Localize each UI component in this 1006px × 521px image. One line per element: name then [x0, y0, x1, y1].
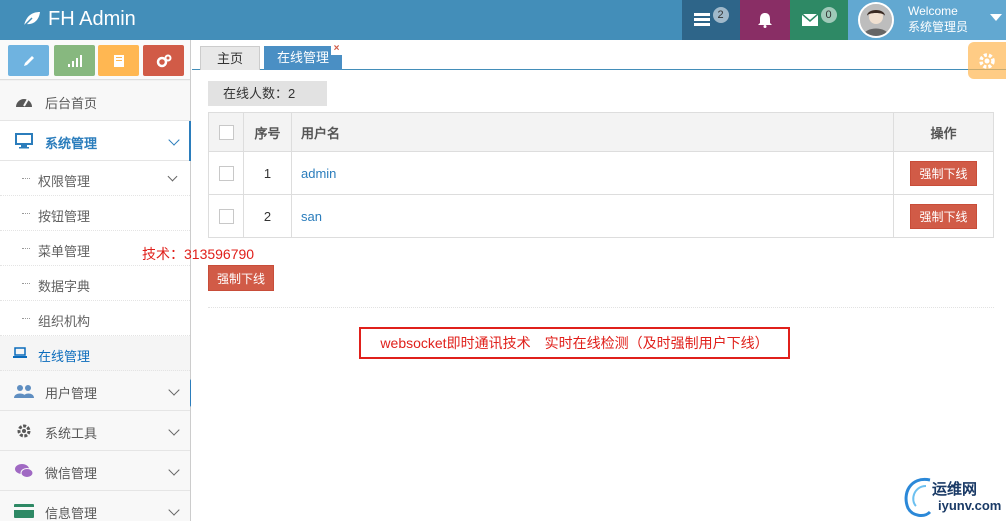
sidebar-subitem-label: 权限管理 — [38, 174, 91, 189]
tab-label: 在线管理 — [276, 50, 329, 65]
pencil-icon — [23, 55, 34, 66]
sidebar-item-label: 用户管理 — [45, 386, 98, 401]
cog-icon — [14, 422, 34, 440]
online-count-label: 在线人数：2 — [208, 81, 327, 106]
shortcut-cogs-button[interactable] — [143, 45, 184, 76]
tab-online-management[interactable]: 在线管理 × — [264, 44, 342, 70]
column-header-action: 操作 — [893, 112, 994, 152]
sidebar-item-label: 后台首页 — [45, 96, 98, 111]
user-menu[interactable]: Welcome 系统管理员 — [848, 0, 1006, 40]
column-header-username: 用户名 — [291, 112, 894, 152]
watermark-logo: 运维网 iyunv.com — [898, 472, 1006, 521]
row-username: admin — [291, 151, 894, 195]
watermark-en: iyunv.com — [938, 498, 1002, 513]
comments-icon — [14, 462, 34, 480]
tasks-badge: 2 — [712, 7, 729, 23]
caret-down-icon — [990, 14, 1002, 21]
messages-menu[interactable]: 0 — [790, 0, 848, 40]
top-navbar: FH Admin 2 0 Welcome 系统管理员 — [0, 0, 1006, 40]
signal-icon — [67, 54, 82, 67]
envelope-icon — [801, 14, 818, 26]
sidebar-subitem-online[interactable]: 在线管理 — [0, 336, 190, 371]
brand-name: FH Admin — [48, 8, 136, 30]
messages-badge: 0 — [820, 7, 837, 23]
laptop-icon — [13, 347, 27, 358]
cogs-icon — [156, 54, 171, 67]
gear-icon — [979, 52, 995, 69]
chevron-down-icon — [168, 134, 180, 146]
sidebar-item-tools[interactable]: 系统工具 — [0, 411, 190, 451]
users-icon — [14, 382, 34, 400]
sidebar-subitem-buttons[interactable]: 按钮管理 — [0, 196, 190, 231]
table-row: 2 san 强制下线 — [208, 194, 994, 238]
force-logout-button[interactable]: 强制下线 — [910, 203, 977, 229]
credit-card-icon — [14, 502, 34, 520]
shortcut-pencil-button[interactable] — [8, 45, 49, 76]
welcome-text: Welcome — [908, 4, 958, 18]
bell-icon — [758, 13, 772, 28]
tabs-bar: 主页 在线管理 × — [192, 44, 1006, 70]
sidebar-item-wechat[interactable]: 微信管理 — [0, 451, 190, 491]
sidebar-subitem-permissions[interactable]: 权限管理 — [0, 161, 190, 196]
sidebar-item-users[interactable]: 用户管理 — [0, 371, 190, 411]
online-users-table: 序号 用户名 操作 1 admin 强制下线 2 san 强制下线 — [208, 112, 994, 238]
shortcut-signal-button[interactable] — [54, 45, 95, 76]
close-icon[interactable]: × — [331, 44, 342, 55]
tab-home[interactable]: 主页 — [200, 46, 260, 70]
desktop-icon — [14, 132, 34, 150]
column-header-index: 序号 — [243, 112, 292, 152]
watermark-cn: 运维网 — [932, 481, 978, 498]
sidebar-subitem-dictionary[interactable]: 数据字典 — [0, 266, 190, 301]
bulk-force-logout-button[interactable]: 强制下线 — [208, 265, 275, 291]
sidebar-item-label: 微信管理 — [45, 466, 98, 481]
tech-contact-label: 技术：313596790 — [142, 246, 255, 262]
tasks-icon — [693, 13, 710, 26]
settings-button[interactable] — [968, 42, 1006, 79]
sidebar-subitem-label: 组织机构 — [38, 314, 91, 329]
sidebar-item-system[interactable]: 系统管理 — [0, 121, 191, 161]
dashboard-icon — [14, 92, 34, 110]
sidebar-subitem-organization[interactable]: 组织机构 — [0, 301, 190, 336]
sidebar-subitem-label: 数据字典 — [38, 279, 91, 294]
feature-annotation: websocket即时通讯技术 实时在线检测（及时强制用户下线） — [359, 327, 790, 359]
chevron-down-icon — [168, 464, 180, 476]
select-all-checkbox[interactable] — [218, 125, 234, 141]
sidebar-subitem-label: 在线管理 — [38, 349, 91, 364]
row-index: 1 — [243, 151, 292, 195]
divider — [208, 307, 994, 308]
chevron-down-icon — [168, 424, 180, 436]
avatar — [858, 2, 894, 38]
leaf-icon — [22, 12, 40, 28]
chevron-down-icon — [168, 384, 180, 396]
user-info: Welcome 系统管理员 — [908, 3, 968, 35]
sidebar-item-home[interactable]: 后台首页 — [0, 81, 190, 121]
chevron-down-icon — [168, 504, 180, 516]
select-all-cell — [208, 112, 244, 152]
row-checkbox[interactable] — [218, 166, 234, 182]
notifications-menu[interactable] — [740, 0, 790, 40]
sidebar-subitem-label: 菜单管理 — [38, 244, 91, 259]
tasks-menu[interactable]: 2 — [682, 0, 740, 40]
row-checkbox[interactable] — [218, 209, 234, 225]
sidebar-item-label: 系统工具 — [45, 426, 98, 441]
table-header-row: 序号 用户名 操作 — [208, 112, 994, 152]
brand[interactable]: FH Admin — [22, 6, 136, 32]
table-row: 1 admin 强制下线 — [208, 151, 994, 195]
sidebar-shortcuts — [0, 40, 190, 80]
user-role: 系统管理员 — [908, 20, 969, 34]
sidebar-item-label: 系统管理 — [45, 136, 98, 151]
book-icon — [113, 54, 124, 67]
sidebar-item-info[interactable]: 信息管理 — [0, 491, 190, 521]
row-index: 2 — [243, 194, 292, 238]
sidebar-item-label: 信息管理 — [45, 506, 98, 521]
shortcut-book-button[interactable] — [98, 45, 139, 76]
row-username: san — [291, 194, 894, 238]
force-logout-button[interactable]: 强制下线 — [910, 160, 977, 186]
tab-label: 主页 — [216, 51, 243, 66]
sidebar-subitem-label: 按钮管理 — [38, 209, 91, 224]
sidebar: 后台首页 系统管理 权限管理 按钮管理 菜单管理 数据字典 组织机构 在线管理 — [0, 40, 191, 521]
chevron-down-icon — [167, 171, 178, 182]
